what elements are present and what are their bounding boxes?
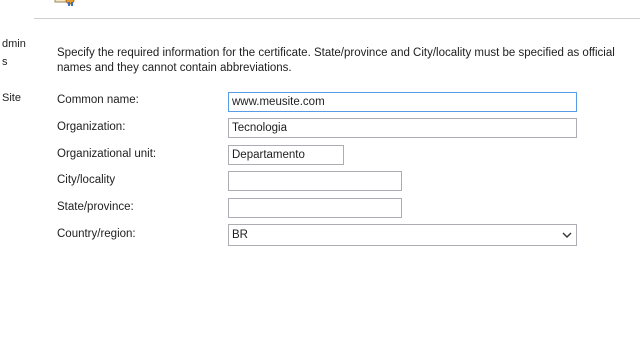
state-province-field[interactable] bbox=[228, 198, 402, 218]
background-item-s: s bbox=[2, 56, 8, 68]
country-region-value: BR bbox=[232, 229, 248, 241]
organizational-unit-label: Organizational unit: bbox=[57, 148, 157, 160]
city-locality-field[interactable] bbox=[228, 171, 402, 191]
organizational-unit-field[interactable] bbox=[228, 145, 344, 165]
country-region-select[interactable]: BR bbox=[228, 224, 577, 246]
background-item-site: Site bbox=[2, 92, 21, 104]
country-region-label: Country/region: bbox=[57, 228, 136, 240]
chevron-down-icon bbox=[562, 225, 572, 245]
instructions-text: Specify the required information for the… bbox=[57, 47, 615, 74]
common-name-label: Common name: bbox=[57, 94, 139, 106]
background-item-admin: dmin bbox=[2, 38, 26, 50]
state-province-label: State/province: bbox=[57, 201, 134, 213]
organization-field[interactable] bbox=[228, 118, 577, 138]
dialog-header bbox=[34, 0, 640, 19]
certificate-icon bbox=[54, 0, 76, 6]
common-name-field[interactable] bbox=[228, 92, 577, 112]
certificate-dialog: Specify the required information for the… bbox=[34, 0, 640, 360]
dialog-body: Specify the required information for the… bbox=[34, 19, 640, 360]
organization-label: Organization: bbox=[57, 121, 126, 133]
city-locality-label: City/locality bbox=[57, 174, 116, 186]
background-window: dmin s Site bbox=[0, 0, 35, 360]
